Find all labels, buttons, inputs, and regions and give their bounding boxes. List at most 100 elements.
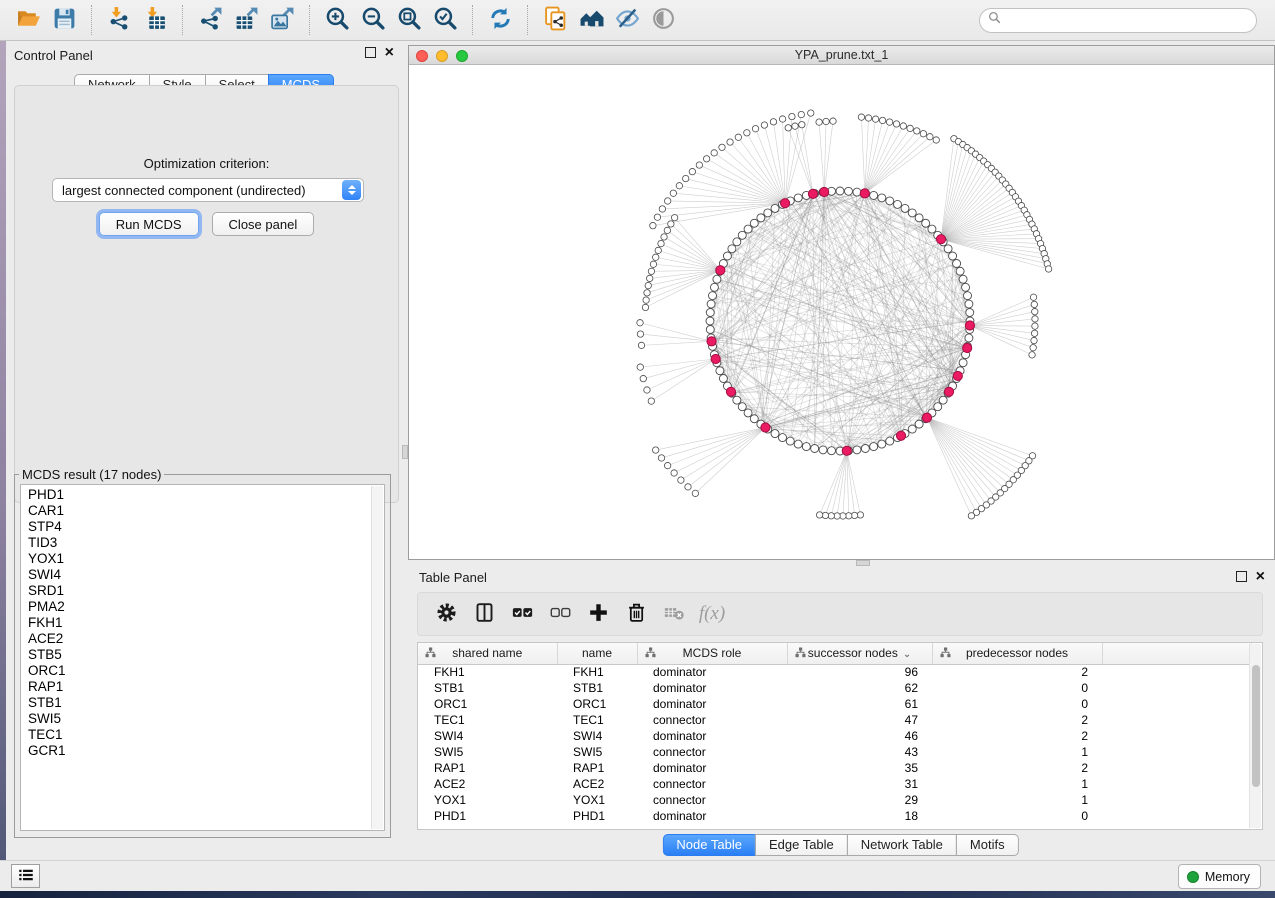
mcds-node-item[interactable]: STP4 [28,519,370,535]
criterion-select[interactable]: largest connected component (undirected) [52,178,364,202]
mcds-node-item[interactable]: STB5 [28,647,370,663]
mcds-node-item[interactable]: TID3 [28,535,370,551]
scrollbar-thumb[interactable] [1252,665,1260,787]
table-cell[interactable]: STB1 [418,680,557,696]
delete-column-button[interactable] [620,598,652,630]
table-cell[interactable]: connector [637,712,787,728]
table-cell[interactable]: dominator [637,808,787,824]
table-cell[interactable]: STB1 [557,680,637,696]
network-window-titlebar[interactable]: YPA_prune.txt_1 [409,46,1274,65]
table-settings-button[interactable] [430,598,462,630]
table-cell[interactable]: connector [637,792,787,808]
table-row[interactable]: PHD1PHD1dominator180 [418,808,1251,824]
import-network-button[interactable] [101,3,137,37]
hide-details-button[interactable] [609,3,645,37]
table-row[interactable]: SWI5SWI5connector431 [418,744,1251,760]
table-cell[interactable]: RAP1 [418,760,557,776]
table-cell[interactable]: connector [637,744,787,760]
tab-network-table[interactable]: Network Table [847,834,957,856]
search-field[interactable] [979,8,1257,33]
table-cell[interactable]: 1 [932,744,1102,760]
create-column-button[interactable] [582,598,614,630]
show-details-button[interactable] [645,3,681,37]
mcds-node-item[interactable]: SWI4 [28,567,370,583]
table-scrollbar[interactable] [1249,644,1261,828]
tab-edge-table[interactable]: Edge Table [755,834,848,856]
table-cell[interactable]: 31 [787,776,932,792]
save-session-button[interactable] [46,3,82,37]
function-builder-button[interactable]: f(x) [696,598,728,630]
table-cell[interactable]: 62 [787,680,932,696]
table-cell[interactable]: dominator [637,696,787,712]
table-cell[interactable]: FKH1 [418,664,557,680]
select-all-button[interactable] [506,598,538,630]
mcds-node-item[interactable]: FKH1 [28,615,370,631]
table-cell[interactable]: SWI4 [418,728,557,744]
table-cell[interactable]: 1 [932,776,1102,792]
mcds-node-item[interactable]: ORC1 [28,663,370,679]
table-row[interactable]: YOX1YOX1connector291 [418,792,1251,808]
float-panel-icon[interactable] [1236,571,1247,582]
mcds-node-item[interactable]: YOX1 [28,551,370,567]
table-cell[interactable]: ACE2 [557,776,637,792]
table-cell[interactable]: SWI5 [418,744,557,760]
network-graph-canvas[interactable] [409,65,1274,559]
search-input[interactable] [1007,13,1248,28]
table-cell[interactable]: 46 [787,728,932,744]
column-header-MCDS-role[interactable]: MCDS role [637,643,787,664]
table-cell[interactable]: 2 [932,728,1102,744]
table-row[interactable]: ACE2ACE2connector311 [418,776,1251,792]
table-cell[interactable]: ORC1 [557,696,637,712]
table-cell[interactable]: dominator [637,760,787,776]
mcds-node-item[interactable]: SWI5 [28,711,370,727]
table-cell[interactable]: SWI5 [557,744,637,760]
table-cell[interactable]: ORC1 [418,696,557,712]
houses-button[interactable] [573,3,609,37]
column-header-shared-name[interactable]: shared name [418,643,557,664]
table-cell[interactable]: dominator [637,728,787,744]
table-cell[interactable]: connector [637,776,787,792]
mcds-node-item[interactable]: PHD1 [28,487,370,503]
deselect-all-button[interactable] [544,598,576,630]
table-cell[interactable]: 61 [787,696,932,712]
table-cell[interactable]: 43 [787,744,932,760]
column-header-predecessor-nodes[interactable]: predecessor nodes [932,643,1102,664]
refresh-layout-button[interactable] [482,3,518,37]
table-cell[interactable]: 0 [932,808,1102,824]
table-cell[interactable]: dominator [637,680,787,696]
mcds-node-item[interactable]: SRD1 [28,583,370,599]
table-cell[interactable]: 47 [787,712,932,728]
table-cell[interactable]: dominator [637,664,787,680]
table-cell[interactable]: 1 [932,792,1102,808]
mcds-list-scrollbar[interactable] [371,486,383,829]
delete-table-button[interactable] [658,598,690,630]
float-panel-icon[interactable] [365,47,376,58]
table-cell[interactable]: PHD1 [418,808,557,824]
table-row[interactable]: STB1STB1dominator620 [418,680,1251,696]
close-panel-button[interactable]: Close panel [212,212,315,236]
table-cell[interactable]: 0 [932,696,1102,712]
table-cell[interactable]: 2 [932,664,1102,680]
table-cell[interactable]: SWI4 [557,728,637,744]
mcds-node-item[interactable]: RAP1 [28,679,370,695]
export-image-button[interactable] [264,3,300,37]
open-file-button[interactable] [10,3,46,37]
table-cell[interactable]: YOX1 [557,792,637,808]
show-columns-button[interactable] [468,598,500,630]
column-header-successor-nodes[interactable]: successor nodes⌄ [787,643,932,664]
mcds-node-item[interactable]: STB1 [28,695,370,711]
table-row[interactable]: SWI4SWI4dominator462 [418,728,1251,744]
mcds-node-item[interactable]: GCR1 [28,743,370,759]
mcds-node-item[interactable]: CAR1 [28,503,370,519]
run-mcds-button[interactable]: Run MCDS [99,212,199,236]
import-table-button[interactable] [137,3,173,37]
close-panel-icon[interactable]: × [1256,566,1265,588]
zoom-out-button[interactable] [355,3,391,37]
zoom-in-button[interactable] [319,3,355,37]
table-cell[interactable]: 29 [787,792,932,808]
table-cell[interactable]: FKH1 [557,664,637,680]
table-cell[interactable]: 2 [932,760,1102,776]
table-cell[interactable]: TEC1 [418,712,557,728]
export-table-button[interactable] [228,3,264,37]
network-graph[interactable] [409,65,1274,559]
